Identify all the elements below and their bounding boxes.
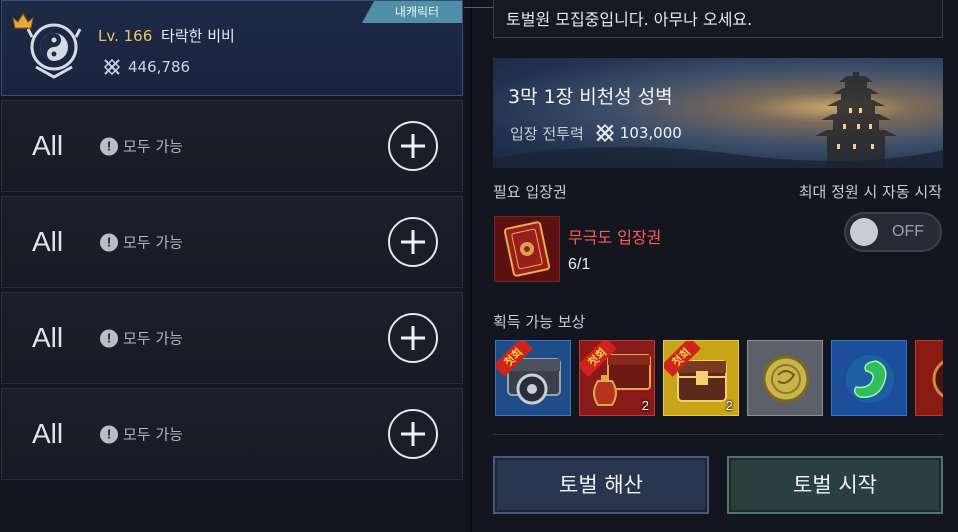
slot-status: ! 모두 가능: [100, 328, 183, 349]
slot-class-label: All: [32, 130, 64, 161]
reward-item[interactable]: 첫회 2: [579, 340, 655, 416]
pagoda-illustration: [493, 72, 943, 168]
ticket-name: 무극도 입장권: [568, 228, 662, 247]
reward-item[interactable]: [831, 340, 907, 416]
auto-start-toggle[interactable]: OFF: [844, 212, 942, 252]
exclamation-icon: !: [100, 329, 118, 347]
ticket-count: 6/1: [568, 256, 591, 273]
my-character-tag: 내캐릭터: [362, 1, 462, 23]
exclamation-icon: !: [100, 425, 118, 443]
rewards-section-label: 획득 가능 보상: [493, 313, 586, 331]
reward-item[interactable]: [747, 340, 823, 416]
party-slot: All ! 모두 가능: [1, 100, 463, 192]
add-member-button[interactable]: [388, 313, 438, 363]
auto-start-label: 최대 정원 시 자동 시작: [798, 183, 942, 201]
start-raid-button[interactable]: 토벌 시작: [727, 456, 943, 514]
character-level-name: Lv. 166 타락한 비비: [98, 25, 235, 46]
ticket-icon[interactable]: [494, 216, 560, 282]
character-name: 타락한 비비: [161, 27, 235, 45]
slot-status: ! 모두 가능: [100, 424, 183, 445]
ticket-card-icon: [495, 217, 559, 281]
add-member-button[interactable]: [388, 409, 438, 459]
stage-title: 3막 1장 비천성 성벽: [508, 86, 673, 108]
column-divider: [470, 0, 472, 532]
slot-status-text: 모두 가능: [123, 233, 183, 252]
party-slot: All ! 모두 가능: [1, 292, 463, 384]
reward-qty: 2: [725, 398, 733, 413]
slot-class-label: All: [32, 418, 64, 449]
combat-power-value: 446,786: [128, 58, 191, 76]
character-combat-power: 446,786: [102, 57, 190, 77]
entry-power-label: 입장 전투력: [510, 124, 584, 143]
reward-qty: 2: [641, 398, 649, 413]
red-ornament-icon: [932, 360, 943, 398]
slot-status: ! 모두 가능: [100, 136, 183, 157]
slot-status: ! 모두 가능: [100, 232, 183, 253]
reward-list: 첫회 첫회 2 첫회 2: [495, 340, 943, 418]
combat-power-icon: [103, 58, 121, 76]
reward-item[interactable]: [915, 340, 943, 416]
entry-power-value: 103,000: [619, 124, 682, 142]
stage-banner: 3막 1장 비천성 성벽 입장 전투력 103,000: [493, 58, 943, 168]
party-slot-list: Lv. 166 타락한 비비 446,786 내캐릭터 All ! 모두 가능 …: [0, 0, 464, 532]
disband-raid-button[interactable]: 토벌 해산: [493, 456, 709, 514]
slot-status-text: 모두 가능: [123, 425, 183, 444]
add-member-button[interactable]: [388, 217, 438, 267]
recruit-message[interactable]: 토벌원 모집중입니다. 아무나 오세요.: [493, 0, 943, 38]
slot-class-label: All: [32, 322, 64, 353]
slot-status-text: 모두 가능: [123, 329, 183, 348]
gold-coin-icon: [762, 355, 810, 403]
section-divider: [493, 434, 943, 435]
my-character-slot: Lv. 166 타락한 비비 446,786 내캐릭터: [1, 0, 463, 96]
add-member-button[interactable]: [388, 121, 438, 171]
character-level: Lv. 166: [98, 27, 153, 45]
toggle-state: OFF: [892, 223, 924, 240]
reward-item[interactable]: 첫회 2: [663, 340, 739, 416]
slot-status-text: 모두 가능: [123, 137, 183, 156]
toggle-knob: [850, 218, 878, 246]
party-slot: All ! 모두 가능: [1, 388, 463, 480]
exclamation-icon: !: [100, 137, 118, 155]
combat-power-icon: [595, 124, 614, 142]
guild-emblem-icon: [26, 23, 82, 79]
entry-power-value-group: 103,000: [594, 122, 682, 144]
jade-icon: [846, 355, 894, 403]
exclamation-icon: !: [100, 233, 118, 251]
raid-info-panel: 토벌원 모집중입니다. 아무나 오세요. 3막 1장 비천성 성벽 입장 전투력…: [478, 0, 958, 532]
slot-class-label: All: [32, 226, 64, 257]
ticket-section-label: 필요 입장권: [493, 183, 567, 201]
reward-item[interactable]: 첫회: [495, 340, 571, 416]
party-slot: All ! 모두 가능: [1, 196, 463, 288]
entry-power: 입장 전투력 103,000: [510, 122, 682, 144]
